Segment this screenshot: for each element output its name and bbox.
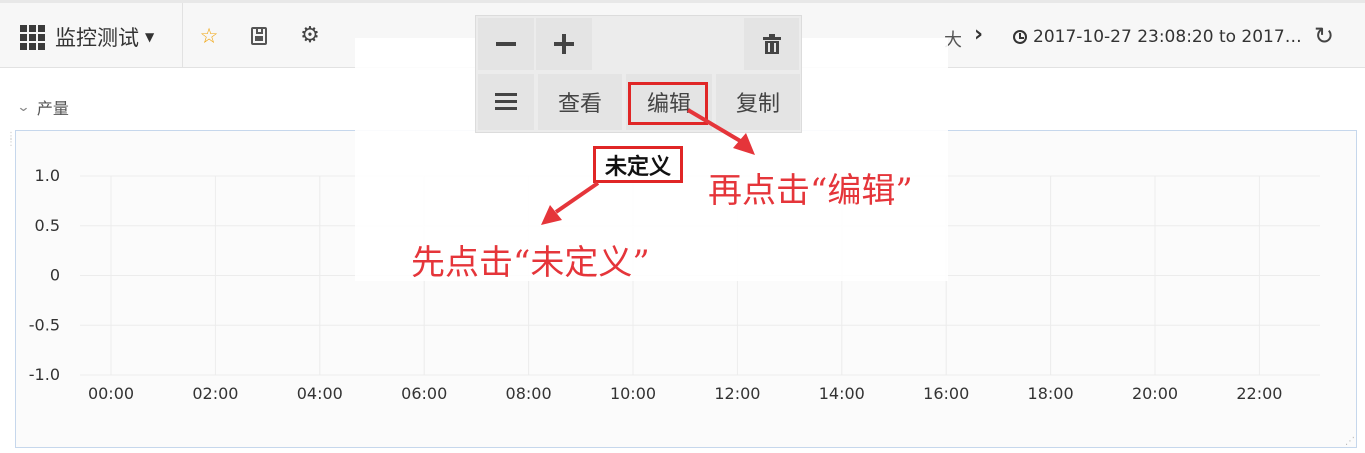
annotation-second: 再点击“编辑” [708, 171, 913, 211]
arrow-to-edit-line [686, 108, 744, 144]
arrow-to-title-line [554, 181, 600, 214]
annotation-arrows [541, 108, 755, 225]
annotation-first: 先点击“未定义” [411, 243, 650, 283]
